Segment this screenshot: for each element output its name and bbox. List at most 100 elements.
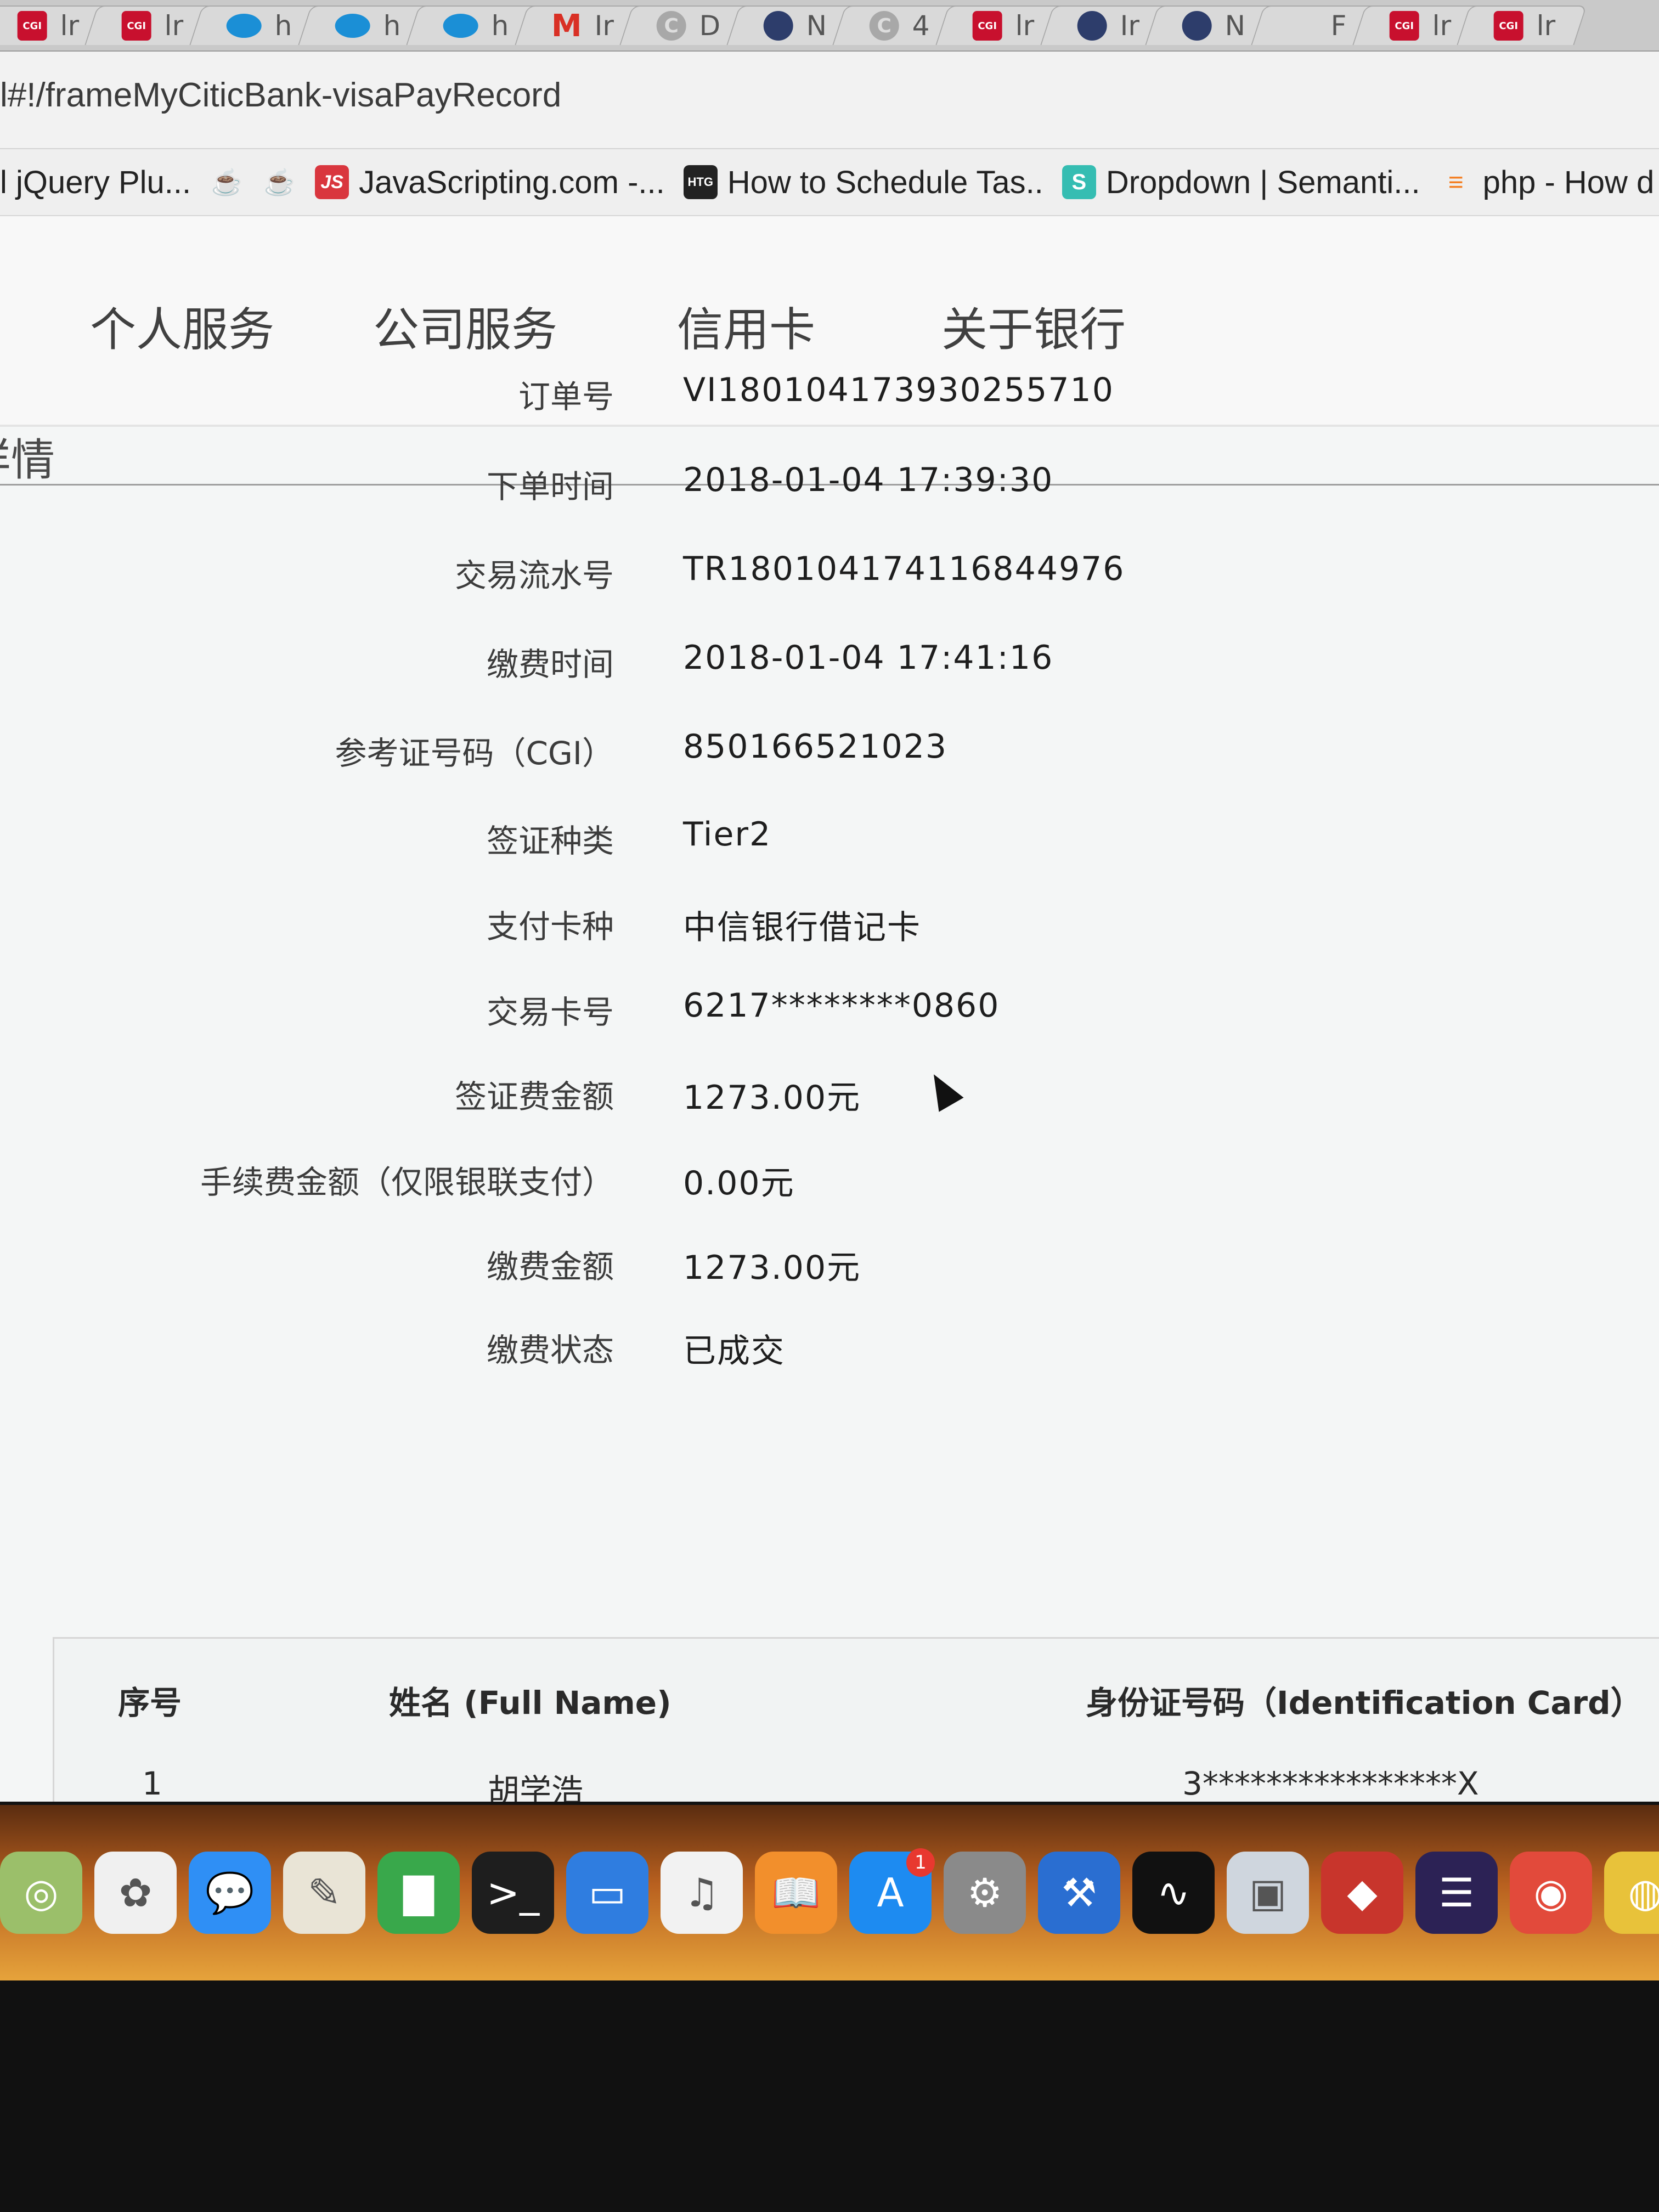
gmail-icon: M xyxy=(551,8,582,44)
dock-glyph: A xyxy=(877,1870,904,1916)
detail-row: 交易卡号 6217********0860 xyxy=(0,986,1659,1036)
system-preferences-icon[interactable]: ⚙ xyxy=(944,1852,1026,1934)
detail-value: TR180104174116844976 xyxy=(683,550,1125,588)
nav-personal-services[interactable]: 个人服务 xyxy=(90,293,274,359)
dock-glyph: ▇ xyxy=(403,1870,434,1916)
salesforce-cloud-icon xyxy=(335,14,370,38)
dock-glyph: ∿ xyxy=(1156,1870,1190,1916)
address-bar[interactable]: l#!/frameMyCiticBank-visaPayRecord xyxy=(0,52,1659,149)
bookmark-item[interactable]: l jQuery Plu... xyxy=(0,164,191,201)
dock-glyph: ◍ xyxy=(1628,1870,1659,1916)
cgi-icon: CGI xyxy=(122,11,152,41)
dock-glyph: ✎ xyxy=(307,1870,341,1916)
detail-label: 订单号 xyxy=(518,378,614,415)
detail-label: 交易卡号 xyxy=(486,994,614,1031)
dock-glyph: 💬 xyxy=(205,1869,255,1916)
table-cell-id: 3****************X xyxy=(1182,1765,1479,1802)
detail-row: 手续费金额（仅限银联支付） 0.00元 xyxy=(0,1156,1659,1206)
messages-icon[interactable]: 💬 xyxy=(189,1852,271,1934)
eclipse-icon[interactable]: ☰ xyxy=(1415,1852,1498,1934)
browser-tab-bar: CGI lr CGI lr h h h M Ir C D N C 4 CGI lr Ir N F CGI lr CGI lr xyxy=(0,0,1659,52)
detail-value: 6217********0860 xyxy=(683,986,1000,1025)
applicants-table: 序号 姓名 (Full Name) 身份证号码（Identification C… xyxy=(53,1637,1659,1802)
detail-label: 签证费金额 xyxy=(454,1078,614,1115)
column-header-name: 姓名 (Full Name) xyxy=(389,1684,672,1722)
bookmark-item[interactable]: JS JavaScripting.com -... xyxy=(315,164,665,201)
table-cell-name: 胡学浩 xyxy=(488,1772,584,1802)
browser-tab[interactable]: CGI lr xyxy=(1457,5,1588,45)
detail-label: 缴费时间 xyxy=(486,646,614,683)
detail-row: 签证费金额 1273.00元 xyxy=(0,1071,1659,1120)
cgi-icon: CGI xyxy=(972,11,1002,41)
activity-monitor-icon[interactable]: ∿ xyxy=(1132,1852,1215,1934)
ibooks-icon[interactable]: 📖 xyxy=(755,1852,837,1934)
detail-row: 参考证号码（CGI） 850166521023 xyxy=(0,727,1659,777)
numbers-icon[interactable]: ▇ xyxy=(377,1852,460,1934)
detail-row: 订单号 VI180104173930255710 xyxy=(0,371,1659,420)
bookmark-label: php - How d xyxy=(1482,164,1655,200)
dock-glyph: ▭ xyxy=(588,1870,627,1916)
javascripting-icon: JS xyxy=(315,165,349,199)
nav-about-bank[interactable]: 关于银行 xyxy=(941,293,1126,359)
bookmark-item[interactable]: ☕ xyxy=(210,165,244,199)
nav-corporate-services[interactable]: 公司服务 xyxy=(373,293,557,359)
semantic-ui-icon: S xyxy=(1062,165,1096,199)
detail-value: 2018-01-04 17:41:16 xyxy=(683,639,1054,677)
detail-value: Tier2 xyxy=(683,815,772,854)
dock-glyph: ⚙ xyxy=(967,1870,1003,1916)
detail-row: 交易流水号 TR180104174116844976 xyxy=(0,550,1659,599)
detail-label: 手续费金额（仅限银联支付） xyxy=(200,1164,614,1201)
c-circle-icon: C xyxy=(869,11,899,41)
keynote-icon[interactable]: ▭ xyxy=(566,1852,648,1934)
column-header-index: 序号 xyxy=(118,1684,182,1722)
page-content: 个人服务 公司服务 信用卡 关于银行 详情 订单号VI1801041739302… xyxy=(0,216,1659,1802)
netease-music-icon[interactable]: ◉ xyxy=(1510,1852,1592,1934)
preview-icon[interactable]: ◎ xyxy=(0,1852,82,1934)
xcode-icon[interactable]: ⚒ xyxy=(1038,1852,1120,1934)
macos-dock: ◎✿💬✎▇>_▭♫📖A1⚙⚒∿▣◆☰◉◍S xyxy=(0,1805,1659,1980)
detail-value: 850166521023 xyxy=(683,727,948,766)
app-store-icon[interactable]: A1 xyxy=(849,1848,935,1934)
redis-icon[interactable]: ◆ xyxy=(1321,1852,1403,1934)
detail-row: 缴费状态 已成交 xyxy=(0,1324,1659,1374)
seal-icon xyxy=(763,11,793,41)
image-capture-icon[interactable]: ▣ xyxy=(1227,1852,1309,1934)
tab-title: 4 xyxy=(912,10,930,42)
tab-title: h xyxy=(491,10,509,42)
nav-credit-card[interactable]: 信用卡 xyxy=(677,293,815,359)
cgi-icon: CGI xyxy=(1494,11,1524,41)
photos-icon[interactable]: ✿ xyxy=(94,1852,177,1934)
bookmark-item[interactable]: HTG How to Schedule Tas.. xyxy=(683,164,1043,201)
terminal-icon[interactable]: >_ xyxy=(472,1852,554,1934)
c-circle-icon: C xyxy=(657,11,687,41)
detail-label: 参考证号码（CGI） xyxy=(335,735,614,772)
stackoverflow-icon: ≡ xyxy=(1448,167,1464,197)
dock-glyph: >_ xyxy=(486,1870,540,1916)
detail-label: 缴费状态 xyxy=(486,1331,614,1369)
url-text[interactable]: l#!/frameMyCiticBank-visaPayRecord xyxy=(0,76,561,115)
textedit-icon[interactable]: ✎ xyxy=(283,1852,365,1934)
tab-title: lr xyxy=(165,10,184,42)
dock-glyph: 📖 xyxy=(771,1869,821,1916)
detail-value: 中信银行借记卡 xyxy=(683,909,921,947)
dock-glyph: ◆ xyxy=(1347,1870,1378,1916)
tab-title: Ir xyxy=(1120,10,1139,42)
detail-row: 签证种类 Tier2 xyxy=(0,815,1659,865)
detail-value: 1273.00元 xyxy=(683,1249,861,1287)
salesforce-cloud-icon xyxy=(443,14,478,38)
detail-value: 1273.00元 xyxy=(683,1079,861,1117)
itunes-icon[interactable]: ♫ xyxy=(661,1852,743,1934)
bookmark-label: JavaScripting.com -... xyxy=(359,164,665,200)
bookmark-item[interactable]: S Dropdown | Semanti... xyxy=(1062,164,1420,201)
dock-glyph: ⚒ xyxy=(1061,1870,1097,1916)
tab-title: h xyxy=(274,10,292,42)
tab-title: h xyxy=(383,10,400,42)
detail-row: 缴费时间 2018-01-04 17:41:16 xyxy=(0,639,1659,688)
seal-icon xyxy=(1077,11,1107,41)
bookmark-item[interactable]: ≡ php - How d xyxy=(1439,164,1655,201)
bookmark-item[interactable]: ☕ xyxy=(262,165,296,199)
chrome-icon[interactable]: ◍ xyxy=(1604,1852,1659,1934)
coffee-cup-icon: ☕ xyxy=(211,167,242,196)
detail-row: 缴费金额 1273.00元 xyxy=(0,1241,1659,1290)
dock-glyph: ☰ xyxy=(1438,1870,1475,1916)
